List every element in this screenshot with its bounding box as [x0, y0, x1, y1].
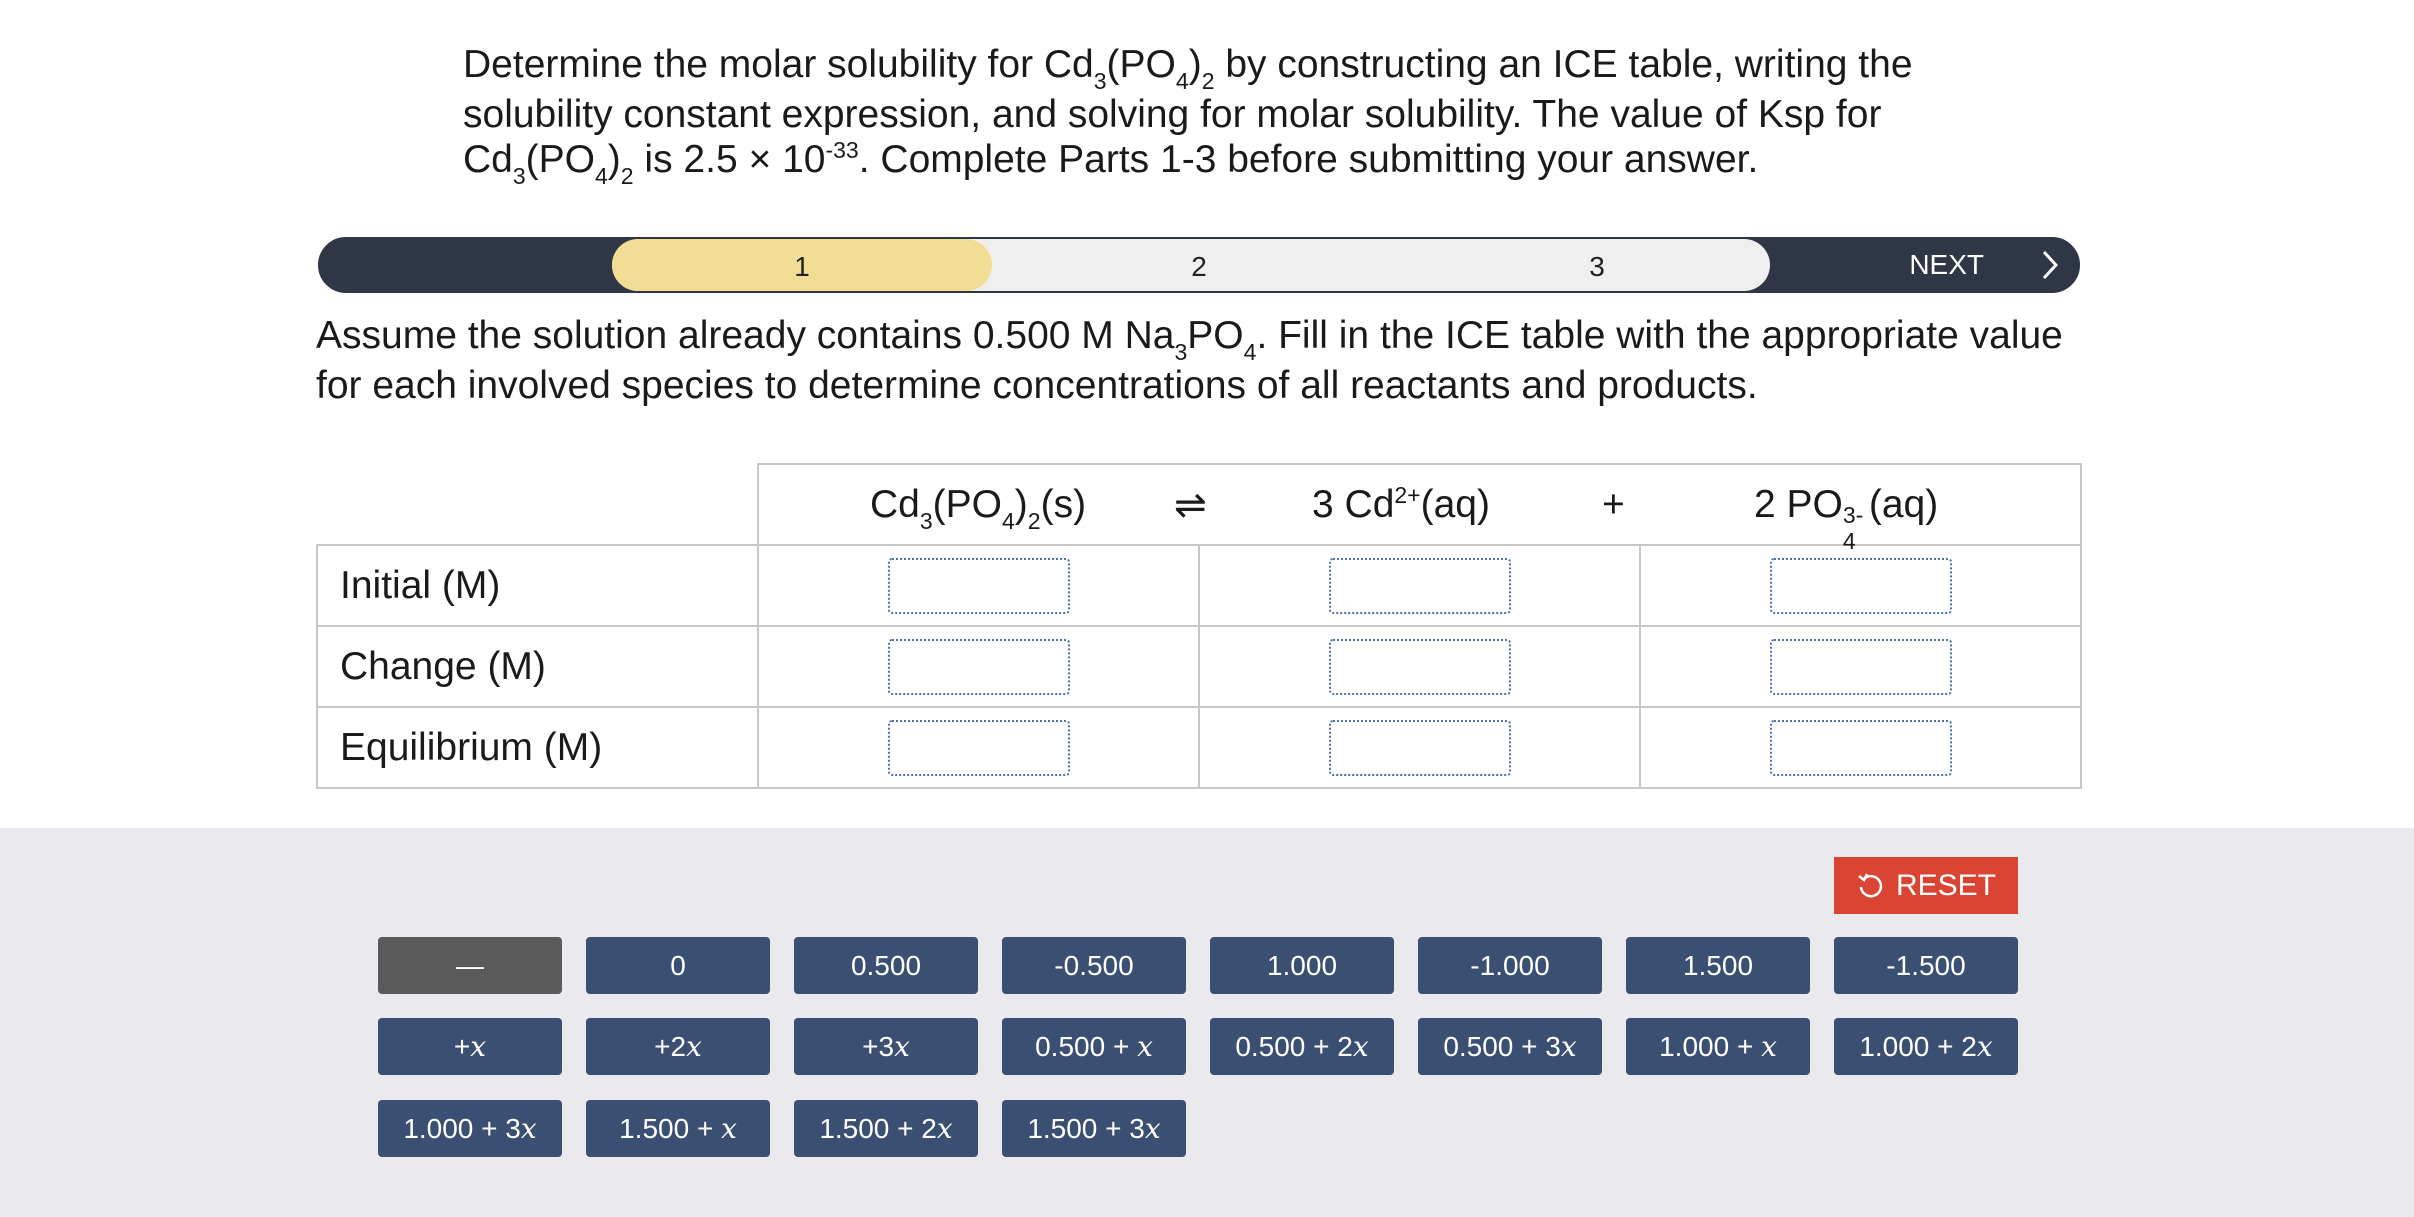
plus-sign: + — [1602, 483, 1625, 526]
input-equilibrium-po4[interactable] — [1769, 719, 1952, 776]
row-label-initial: Initial (M) — [316, 544, 759, 627]
tile-option[interactable]: 0 — [586, 937, 770, 994]
input-equilibrium-cd[interactable] — [1328, 719, 1511, 776]
input-change-po4[interactable] — [1769, 638, 1952, 695]
tile-option[interactable]: 0.500 + 3x — [1418, 1018, 1602, 1075]
input-initial-reactant[interactable] — [887, 557, 1070, 614]
problem-statement: Determine the molar solubility for Cd3(P… — [463, 43, 1913, 189]
ice-row-initial: Initial (M) — [316, 544, 2082, 627]
tile-option[interactable]: 1.500 + 2x — [794, 1100, 978, 1157]
reset-label: RESET — [1895, 868, 1997, 902]
tile-option[interactable]: -1.000 — [1418, 937, 1602, 994]
input-initial-cd[interactable] — [1328, 557, 1511, 614]
product1-formula: 3 Cd2+(aq) — [1312, 482, 1490, 526]
tile-option[interactable]: -0.500 — [1002, 937, 1186, 994]
ice-corner — [316, 463, 759, 546]
part-stepper: 1 2 3 NEXT — [318, 237, 2080, 293]
row-label-equilibrium: Equilibrium (M) — [316, 706, 759, 789]
tile-option[interactable]: 1.500 + x — [586, 1100, 770, 1157]
reaction-equation: Cd3(PO4)2(s) ⇌ 3 Cd2+(aq) + 2 PO 3- 4 (aq) — [757, 463, 2082, 554]
reset-icon — [1858, 872, 1883, 897]
tile-option[interactable]: 1.500 + 3x — [1002, 1100, 1186, 1157]
tile-option[interactable]: +3 x — [794, 1018, 978, 1075]
row-label-change: Change (M) — [316, 625, 759, 708]
step-track: 1 2 3 — [612, 239, 1770, 291]
tile-option[interactable]: + x — [378, 1018, 562, 1075]
answer-palette: RESET — 0 0.500 -0.500 1.000 -1.000 1.50… — [0, 828, 2414, 1217]
step-3-label[interactable]: 3 — [1567, 251, 1627, 283]
part-instruction: Assume the solution already contains 0.5… — [316, 314, 2063, 407]
step-1-label[interactable]: 1 — [772, 251, 832, 283]
tile-option[interactable]: 1.000 + 3x — [378, 1100, 562, 1157]
input-equilibrium-reactant[interactable] — [887, 719, 1070, 776]
ice-table: Cd3(PO4)2(s) ⇌ 3 Cd2+(aq) + 2 PO 3- 4 (aq) … — [316, 463, 2082, 789]
next-label: NEXT — [1909, 249, 1984, 280]
input-change-reactant[interactable] — [887, 638, 1070, 695]
chevron-right-icon — [2042, 250, 2058, 280]
input-change-cd[interactable] — [1328, 638, 1511, 695]
next-button[interactable]: NEXT — [1909, 239, 2058, 291]
ice-header-row: Cd3(PO4)2(s) ⇌ 3 Cd2+(aq) + 2 PO 3- 4 (aq) — [316, 463, 2082, 554]
reactant-formula: Cd3(PO4)2(s) — [870, 483, 1087, 534]
input-initial-po4[interactable] — [1769, 557, 1952, 614]
tile-option[interactable]: 0.500 — [794, 937, 978, 994]
ice-row-equilibrium: Equilibrium (M) — [316, 706, 2082, 789]
step-2-label[interactable]: 2 — [1169, 251, 1229, 283]
tile-option[interactable]: 0.500 + 2x — [1210, 1018, 1394, 1075]
tile-option[interactable]: -1.500 — [1834, 937, 2018, 994]
tile-option[interactable]: 1.000 + x — [1626, 1018, 1810, 1075]
equilibrium-arrow-icon: ⇌ — [1174, 484, 1207, 527]
tile-option[interactable]: 1.000 + 2x — [1834, 1018, 2018, 1075]
tile-option[interactable]: 0.500 + x — [1002, 1018, 1186, 1075]
product2-formula: 2 PO 3- 4 (aq) — [1754, 483, 1939, 554]
tile-option[interactable]: +2 x — [586, 1018, 770, 1075]
ice-row-change: Change (M) — [316, 625, 2082, 708]
tile-blank[interactable]: — — [378, 937, 562, 994]
reset-button[interactable]: RESET — [1834, 857, 2018, 914]
tile-option[interactable]: 1.500 — [1626, 937, 1810, 994]
tile-option[interactable]: 1.000 — [1210, 937, 1394, 994]
